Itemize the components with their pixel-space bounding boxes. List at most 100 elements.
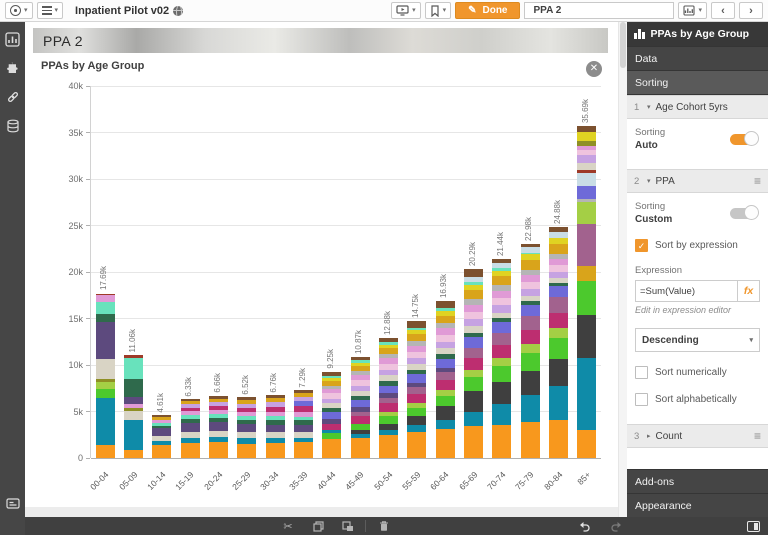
fx-button[interactable]: fx [737,281,759,301]
bar-segment[interactable] [492,291,511,298]
bar-segment[interactable] [464,337,483,348]
bar-segment[interactable] [464,348,483,357]
rail-fields-button[interactable] [5,118,21,134]
bar-segment[interactable] [96,382,115,389]
bar-segment[interactable] [464,269,483,277]
bar-segment[interactable] [464,391,483,411]
bar-10-14[interactable] [152,415,171,458]
bar-segment[interactable] [436,380,455,390]
bar-segment[interactable] [577,155,596,162]
bar-segment[interactable] [209,422,228,430]
bar-segment[interactable] [521,316,540,330]
paste-button[interactable] [337,517,359,535]
bar-segment[interactable] [492,425,511,458]
bar-segment[interactable] [124,411,143,420]
toggle-right-panel-button[interactable] [743,519,763,533]
bar-segment[interactable] [549,386,568,419]
bar-segment[interactable] [322,439,341,458]
bar-80-84[interactable] [549,227,568,458]
bar-segment[interactable] [407,408,426,416]
checkbox-icon[interactable] [635,366,648,379]
panel-section-addons[interactable]: Add-ons [627,469,768,493]
rail-collapse-button[interactable] [5,495,21,511]
close-icon[interactable]: ✕ [586,61,602,77]
sort-numerically-row[interactable]: Sort numerically [635,366,760,379]
bar-segment[interactable] [577,281,596,314]
redo-button[interactable] [605,517,627,535]
delete-button[interactable] [373,517,395,535]
bar-segment[interactable] [492,298,511,305]
drag-handle-icon[interactable]: ≡ [754,175,761,187]
bar-segment[interactable] [96,445,115,458]
panel-section-data[interactable]: Data [627,46,768,70]
bar-segment[interactable] [379,403,398,411]
presentation-button[interactable]: ▾ [391,2,421,19]
bar-segment[interactable] [521,330,540,344]
bar-segment[interactable] [351,438,370,458]
bar-segment[interactable] [152,445,171,458]
bar-segment[interactable] [436,420,455,429]
bar-segment[interactable] [124,379,143,397]
bar-segment[interactable] [181,443,200,458]
bar-segment[interactable] [96,398,115,445]
bar-segment[interactable] [521,289,540,296]
bar-05-09[interactable] [124,355,143,458]
bar-40-44[interactable] [322,372,341,458]
bar-segment[interactable] [577,173,596,186]
bar-segment[interactable] [464,426,483,458]
bar-segment[interactable] [407,432,426,458]
bar-segment[interactable] [152,428,171,436]
bar-segment[interactable] [124,358,143,379]
bar-segment[interactable] [577,224,596,267]
sort-by-expression-row[interactable]: ✓ Sort by expression [635,239,760,252]
app-overview-button[interactable]: ▾ [37,2,64,19]
bar-segment[interactable] [124,397,143,404]
rail-custom-objects-button[interactable] [5,60,21,76]
scrollbar-thumb[interactable] [620,22,626,68]
bar-segment[interactable] [464,305,483,312]
bar-85+[interactable] [577,126,596,458]
navigation-menu-button[interactable]: ▾ [5,2,33,19]
bar-segment[interactable] [436,316,455,323]
bar-segment[interactable] [521,305,540,316]
done-button[interactable]: ✎ Done [455,2,520,19]
cut-button[interactable]: ✂ [277,517,299,535]
bar-segment[interactable] [379,435,398,458]
bar-segment[interactable] [266,443,285,458]
bar-segment[interactable] [549,338,568,358]
bar-segment[interactable] [436,406,455,420]
bar-15-19[interactable] [181,399,200,458]
bar-30-34[interactable] [266,395,285,458]
bar-20-24[interactable] [209,396,228,458]
bar-segment[interactable] [464,290,483,299]
bar-segment[interactable] [464,312,483,319]
scrollbar[interactable] [618,22,627,517]
bar-75-79[interactable] [521,244,540,458]
bar-segment[interactable] [436,396,455,406]
bar-segment[interactable] [521,422,540,458]
bar-segment[interactable] [577,358,596,431]
bar-segment[interactable] [294,442,313,458]
bar-segment[interactable] [577,186,596,199]
sorting-item-count[interactable]: 3 ▸ Count ≡ [627,424,768,448]
sorting-item-ppa[interactable]: 2 ▾ PPA ≡ [627,169,768,193]
bar-segment[interactable] [351,416,370,423]
bar-segment[interactable] [577,132,596,141]
sheet-grid-button[interactable]: ▾ [678,2,707,19]
bar-segment[interactable] [492,322,511,333]
custom-sort-toggle[interactable] [730,208,756,219]
bar-segment[interactable] [436,301,455,309]
bar-segment[interactable] [492,333,511,344]
bar-segment[interactable] [521,344,540,353]
panel-section-appearance[interactable]: Appearance [627,493,768,517]
panel-section-sorting[interactable]: Sorting [627,70,768,94]
bar-segment[interactable] [492,404,511,424]
checkbox-checked-icon[interactable]: ✓ [635,239,648,252]
chart-card[interactable]: PPAs by Age Group ✕ 05k10k15k20k25k30k35… [33,56,608,504]
bar-60-64[interactable] [436,301,455,458]
rail-charts-button[interactable] [5,31,21,47]
bar-segment[interactable] [436,335,455,342]
bar-segment[interactable] [521,282,540,289]
sort-alphabetically-row[interactable]: Sort alphabetically [635,393,760,406]
bar-00-04[interactable] [96,293,115,458]
